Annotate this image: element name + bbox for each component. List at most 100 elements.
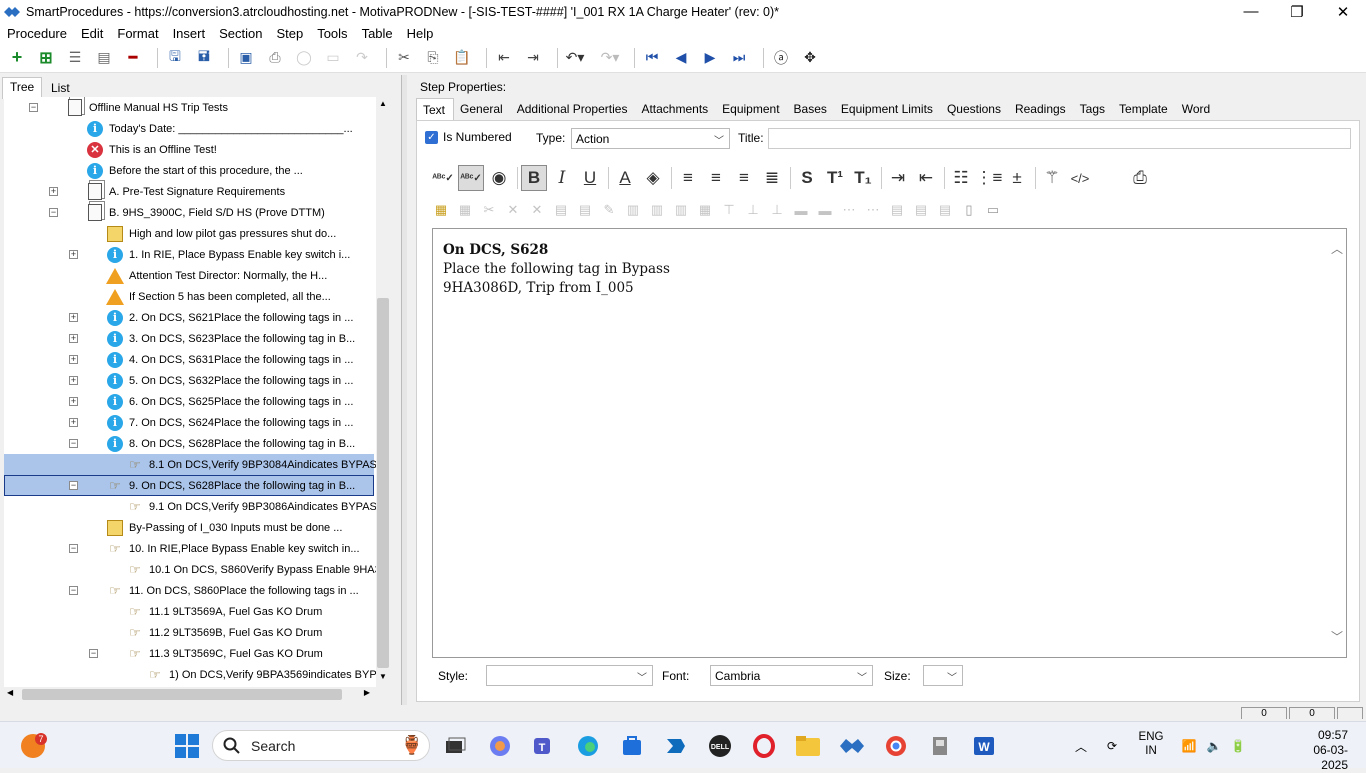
menu-table[interactable]: Table — [362, 26, 393, 41]
style-select[interactable]: ﹀ — [486, 665, 653, 686]
move-icon[interactable]: ✥ — [799, 47, 821, 69]
insert-table-icon[interactable]: ▦ — [430, 200, 452, 220]
export-icon[interactable]: ▣ — [235, 47, 257, 69]
align-top-icon[interactable]: ⊤ — [718, 200, 740, 220]
column-width-icon[interactable]: ▯ — [958, 200, 980, 220]
insert-col-right-icon[interactable]: ▥ — [670, 200, 692, 220]
tree-node[interactable]: + i 4. On DCS, S631Place the following tag… — [4, 349, 374, 370]
superscript-icon[interactable]: T¹ — [822, 165, 848, 191]
power-automate-icon[interactable] — [661, 731, 691, 761]
cell-spacing-icon[interactable]: ⋯ — [838, 200, 860, 220]
close-button[interactable]: ✕ — [1320, 0, 1366, 23]
dell-icon[interactable]: DELL — [705, 731, 735, 761]
tab-attachments[interactable]: Attachments — [635, 98, 716, 120]
window-icon[interactable]: ▭ — [322, 47, 344, 69]
align-bottom-icon[interactable]: ⊥ — [766, 200, 788, 220]
tree-node[interactable]: + i 2. On DCS, S621Place the following tag… — [4, 307, 374, 328]
tree-node[interactable]: − ☞ 11.3 9LT3569C, Fuel Gas KO Drum — [4, 643, 374, 664]
tab-word[interactable]: Word — [1176, 98, 1218, 120]
expand-icon[interactable]: + — [69, 355, 78, 364]
horizontal-rule-icon[interactable]: ± — [1004, 165, 1030, 191]
title-input[interactable] — [768, 128, 1351, 149]
expand-icon[interactable]: + — [69, 334, 78, 343]
underline-icon[interactable]: U — [577, 165, 603, 191]
tree-node[interactable]: + i 7. On DCS, S624Place the following tag… — [4, 412, 374, 433]
border-inner-icon[interactable]: ▤ — [910, 200, 932, 220]
tree-node[interactable]: By-Passing of I_030 Inputs must be done … — [4, 517, 374, 538]
minimize-button[interactable]: — — [1228, 0, 1274, 23]
table-edit-icon[interactable]: ✎ — [598, 200, 620, 220]
procedure-tree[interactable]: − Offline Manual HS Trip Tests i Today's Da… — [4, 97, 376, 687]
tree-node[interactable]: − ☞ 9. On DCS, S628Place the following tag… — [4, 475, 374, 496]
tree-node[interactable]: + i 3. On DCS, S623Place the following tag… — [4, 328, 374, 349]
add-icon[interactable]: + — [6, 47, 28, 69]
editor-scroll-up-icon[interactable]: ︿ — [1331, 240, 1343, 257]
undo-icon[interactable]: ↶▾ — [564, 47, 586, 69]
cut-icon[interactable]: ✂ — [393, 47, 415, 69]
tree-node[interactable]: ✕ This is an Offline Test! — [4, 139, 374, 160]
tree-node[interactable]: i Before the start of this procedure, the… — [4, 160, 374, 181]
tree-node[interactable]: High and low pilot gas pressures shut do… — [4, 223, 374, 244]
outdent-icon[interactable]: ⇤ — [493, 47, 515, 69]
first-icon[interactable]: ⏮ — [641, 47, 663, 69]
table-delete-icon[interactable]: ▦ — [454, 200, 476, 220]
tab-questions[interactable]: Questions — [941, 98, 1009, 120]
expand-icon[interactable]: + — [69, 397, 78, 406]
tab-bases[interactable]: Bases — [788, 98, 835, 120]
align-center-icon[interactable]: ≡ — [703, 165, 729, 191]
print-preview-icon[interactable]: ⎙ — [1127, 165, 1153, 191]
weather-widget-icon[interactable]: 7 — [18, 731, 48, 761]
edge-icon[interactable] — [573, 731, 603, 761]
delete-row-icon[interactable]: ✕ — [502, 200, 524, 220]
align-left-icon[interactable]: ≡ — [675, 165, 701, 191]
pane-splitter[interactable] — [401, 75, 407, 705]
teams-icon[interactable]: T — [529, 731, 559, 761]
previous-icon[interactable]: ◀ — [670, 47, 692, 69]
menu-edit[interactable]: Edit — [81, 26, 103, 41]
collapse-icon[interactable]: − — [69, 586, 78, 595]
spell-check-icon[interactable]: ᴬᴮᶜ✓ — [430, 165, 456, 191]
size-select[interactable]: ﹀ — [923, 665, 963, 686]
bullet-list-icon[interactable]: ☷ — [948, 165, 974, 191]
collapse-icon[interactable]: − — [69, 481, 78, 490]
tree-node[interactable]: ☞ 8.1 On DCS,Verify 9BP3084Aindicates BYP… — [4, 454, 376, 475]
collapse-icon[interactable]: − — [69, 544, 78, 553]
table-grid-icon[interactable]: ▦ — [694, 200, 716, 220]
collapse-icon[interactable]: − — [49, 208, 58, 217]
collapse-icon[interactable]: − — [29, 103, 38, 112]
collapse-icon[interactable]: − — [89, 649, 98, 658]
battery-icon[interactable]: 🔋 — [1223, 731, 1253, 761]
scroll-left-icon[interactable]: ◀ — [7, 688, 13, 697]
tab-template[interactable]: Template — [1113, 98, 1176, 120]
tree-node[interactable]: + A. Pre-Test Signature Requirements — [4, 181, 374, 202]
align-middle-icon[interactable]: ⊥ — [742, 200, 764, 220]
insert-row-below-icon[interactable]: ▤ — [574, 200, 596, 220]
menu-step[interactable]: Step — [276, 26, 303, 41]
tab-readings[interactable]: Readings — [1009, 98, 1074, 120]
tree-horizontal-scroll-thumb[interactable] — [22, 689, 342, 700]
menu-procedure[interactable]: Procedure — [7, 26, 67, 41]
paste-icon[interactable]: 📋 — [451, 47, 473, 69]
indent-icon[interactable]: ⇥ — [522, 47, 544, 69]
tab-additional-properties[interactable]: Additional Properties — [511, 98, 636, 120]
expand-icon[interactable]: + — [69, 313, 78, 322]
numbered-list-icon[interactable]: ⋮≡ — [976, 165, 1003, 191]
spellcheck-icon[interactable]: ⓐ — [770, 47, 792, 69]
highlight-icon[interactable]: ◉ — [486, 165, 512, 191]
word-icon[interactable]: W — [969, 731, 999, 761]
magic-wand-icon[interactable]: ⚚ — [1039, 165, 1065, 191]
scroll-up-icon[interactable]: ▲ — [379, 99, 387, 108]
print-icon[interactable]: ⎙ — [264, 47, 286, 69]
tab-equipment-limits[interactable]: Equipment Limits — [835, 98, 941, 120]
save-icon[interactable]: 🖬 — [193, 47, 215, 69]
tree-node[interactable]: − Offline Manual HS Trip Tests — [4, 97, 374, 118]
tab-list[interactable]: List — [44, 79, 77, 97]
subscript-icon[interactable]: T₁ — [850, 165, 876, 191]
start-button-icon[interactable] — [172, 731, 202, 761]
remove-icon[interactable]: ━ — [122, 47, 144, 69]
table-cut-icon[interactable]: ✂ — [478, 200, 500, 220]
language-indicator[interactable]: ENG IN — [1136, 730, 1166, 758]
maximize-button[interactable]: ❐ — [1274, 0, 1320, 23]
opera-icon[interactable] — [749, 731, 779, 761]
expand-icon[interactable]: + — [69, 250, 78, 259]
